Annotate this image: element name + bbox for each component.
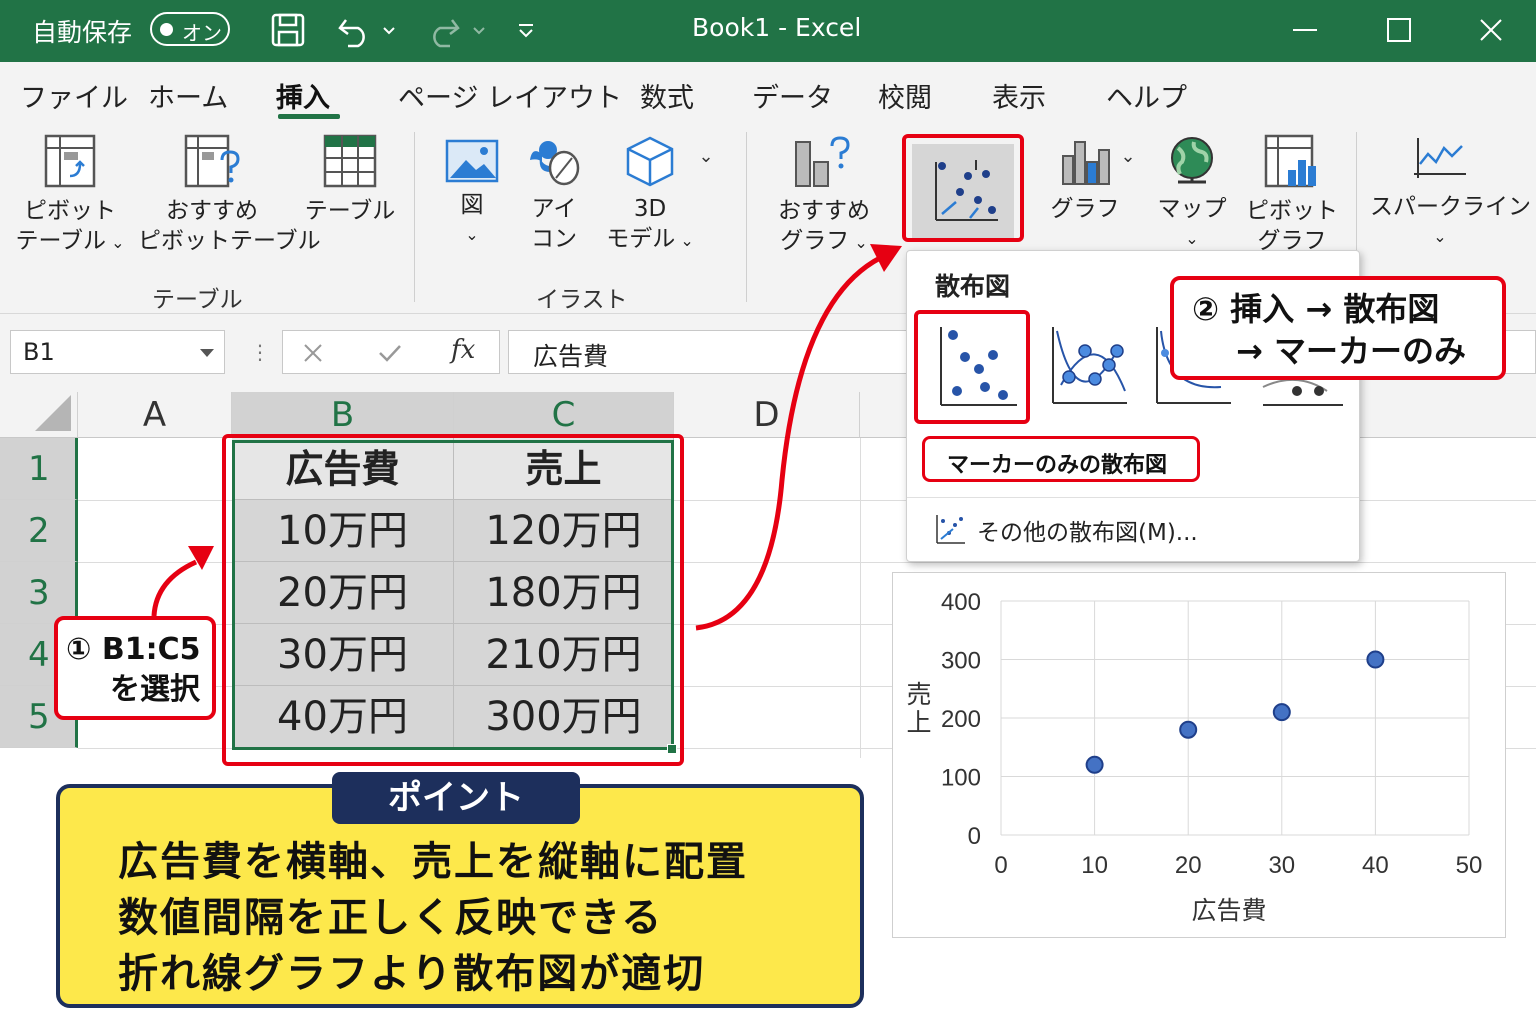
step1-arrow bbox=[151, 559, 198, 617]
point-line-3: 折れ線グラフより散布図が適切 bbox=[118, 951, 706, 997]
scatter-point bbox=[1085, 755, 1104, 774]
scatter-point bbox=[1272, 703, 1291, 722]
x-tick-label: 10 bbox=[1081, 852, 1108, 879]
arrowhead-icon bbox=[870, 244, 902, 272]
x-tick-label: 50 bbox=[1456, 852, 1483, 879]
excel-window: 自動保存 オン Book1 - Excel ファイル ホーム 挿入 ページ レイ… bbox=[0, 0, 1536, 1024]
x-tick-label: 20 bbox=[1175, 852, 1202, 879]
y-tick-label: 400 bbox=[941, 589, 981, 616]
y-axis-label: 売 bbox=[906, 680, 931, 709]
scatter-chart[interactable]: 0 100 200 300 400 0 10 20 30 40 50 広告費 売上 bbox=[892, 572, 1506, 938]
scatter-point bbox=[1366, 650, 1385, 669]
x-tick-label: 40 bbox=[1362, 852, 1389, 879]
x-axis-label: 広告費 bbox=[1191, 896, 1266, 925]
y-axis-label: 上 bbox=[906, 708, 931, 737]
x-tick-label: 30 bbox=[1268, 852, 1295, 879]
y-tick-label: 0 bbox=[968, 823, 981, 850]
y-tick-label: 100 bbox=[941, 765, 981, 792]
y-tick-label: 300 bbox=[941, 648, 981, 675]
point-line-2: 数値間隔を正しく反映できる bbox=[118, 895, 664, 941]
x-tick-label: 0 bbox=[994, 852, 1007, 879]
scatter-chart-svg: 0 100 200 300 400 0 10 20 30 40 50 広告費 売上 bbox=[906, 589, 1483, 925]
point-lines: 広告費を横軸、売上を縦軸に配置 数値間隔を正しく反映できる 折れ線グラフより散布… bbox=[118, 834, 748, 1002]
point-line-1: 広告費を横軸、売上を縦軸に配置 bbox=[118, 839, 748, 885]
scatter-point bbox=[1179, 720, 1198, 739]
step2-arrow bbox=[695, 255, 882, 631]
y-tick-label: 200 bbox=[941, 706, 981, 733]
point-tab-label: ポイント bbox=[332, 772, 580, 824]
